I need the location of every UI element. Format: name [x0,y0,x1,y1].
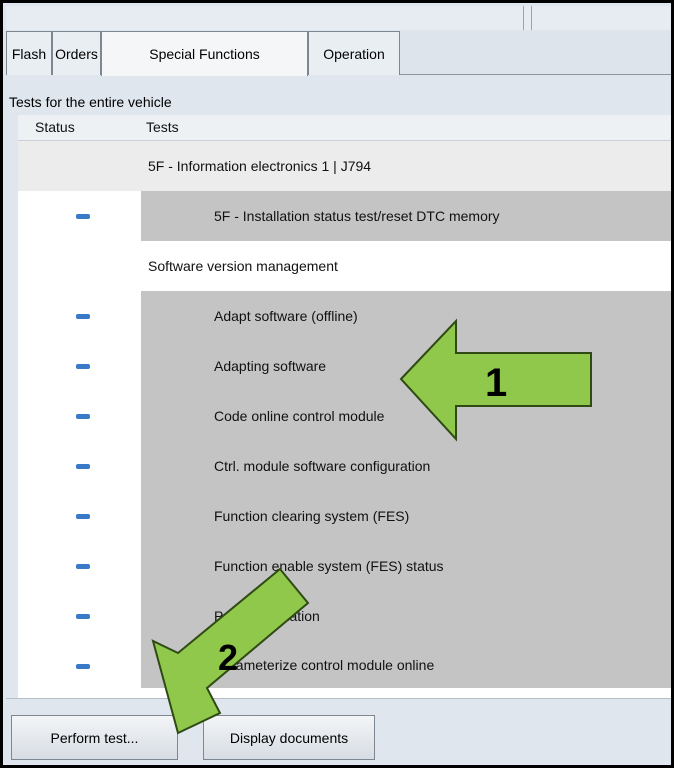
callout-number-2: 2 [218,637,238,678]
callout-arrow-2: 2 [151,567,310,735]
callout-number-1: 1 [485,361,507,405]
callout-overlay: 1 2 [151,318,592,735]
diagnostic-window: Flash Orders Special Functions Operation… [0,0,674,768]
callout-arrow-1: 1 [399,318,592,442]
